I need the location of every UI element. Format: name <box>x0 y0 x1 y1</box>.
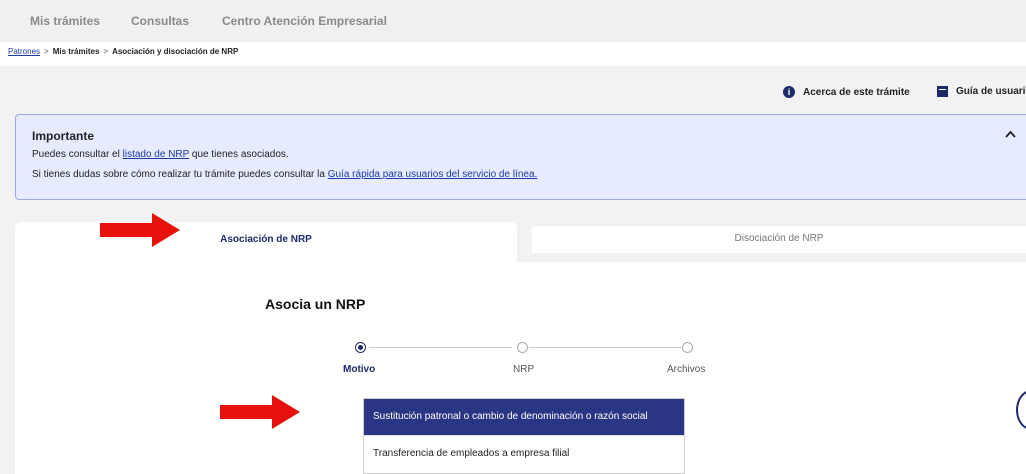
breadcrumb-current: Asociación y disociación de NRP <box>112 47 239 56</box>
step-motivo-label: Motivo <box>343 364 376 375</box>
notice-title: Importante <box>32 129 95 143</box>
nrp-list-link[interactable]: listado de NRP <box>123 149 190 160</box>
guide-link[interactable]: Guía de usuari <box>937 86 1025 97</box>
annotation-arrow-icon <box>100 213 180 247</box>
step-archivos-indicator <box>682 342 693 353</box>
reason-options: Sustitución patronal o cambio de denomin… <box>363 398 685 474</box>
chevron-up-icon[interactable] <box>1005 129 1016 141</box>
notice-line-1: Puedes consultar el listado de NRP que t… <box>32 149 289 160</box>
breadcrumb-mis-tramites[interactable]: Mis trámites <box>53 47 100 56</box>
stepper-connector <box>369 347 512 348</box>
nav-item-mis-tramites[interactable]: Mis trámites <box>30 14 100 28</box>
step-motivo-indicator <box>355 342 366 353</box>
nav-item-consultas[interactable]: Consultas <box>131 14 189 28</box>
nav-item-centro-atencion[interactable]: Centro Atención Empresarial <box>222 14 387 28</box>
about-link-label: Acerca de este trámite <box>803 86 910 98</box>
option-transferencia-empleados[interactable]: Transferencia de empleados a empresa fil… <box>364 435 684 471</box>
quick-guide-link[interactable]: Guía rápida para usuarios del servicio d… <box>328 169 538 180</box>
tab-disociacion[interactable]: Disociación de NRP <box>532 226 1026 253</box>
guide-link-label: Guía de usuari <box>956 86 1026 97</box>
breadcrumb-separator: > <box>44 47 49 56</box>
top-nav: Mis trámites Consultas Centro Atención E… <box>0 0 1026 42</box>
step-nrp-label: NRP <box>513 364 535 375</box>
tab-asociacion[interactable]: Asociación de NRP <box>15 222 517 262</box>
stepper-connector <box>529 347 682 348</box>
breadcrumb: Patrones > Mis trámites > Asociación y disoc… <box>0 42 1026 66</box>
step-nrp-indicator <box>517 342 528 353</box>
notice-line-2: Si tienes dudas sobre cómo realizar tu t… <box>32 169 538 180</box>
step-archivos-label: Archivos <box>667 364 706 375</box>
book-icon <box>937 86 948 97</box>
form-title: Asocia un NRP <box>265 296 366 312</box>
about-link[interactable]: i Acerca de este trámite <box>783 86 910 98</box>
important-notice: Importante Puedes consultar el listado d… <box>15 114 1026 200</box>
breadcrumb-patrones[interactable]: Patrones <box>8 47 40 56</box>
option-sustitucion-patronal[interactable]: Sustitución patronal o cambio de denomin… <box>364 399 684 435</box>
annotation-arrow-icon <box>220 395 300 429</box>
info-icon: i <box>783 86 795 98</box>
breadcrumb-separator: > <box>103 47 109 56</box>
